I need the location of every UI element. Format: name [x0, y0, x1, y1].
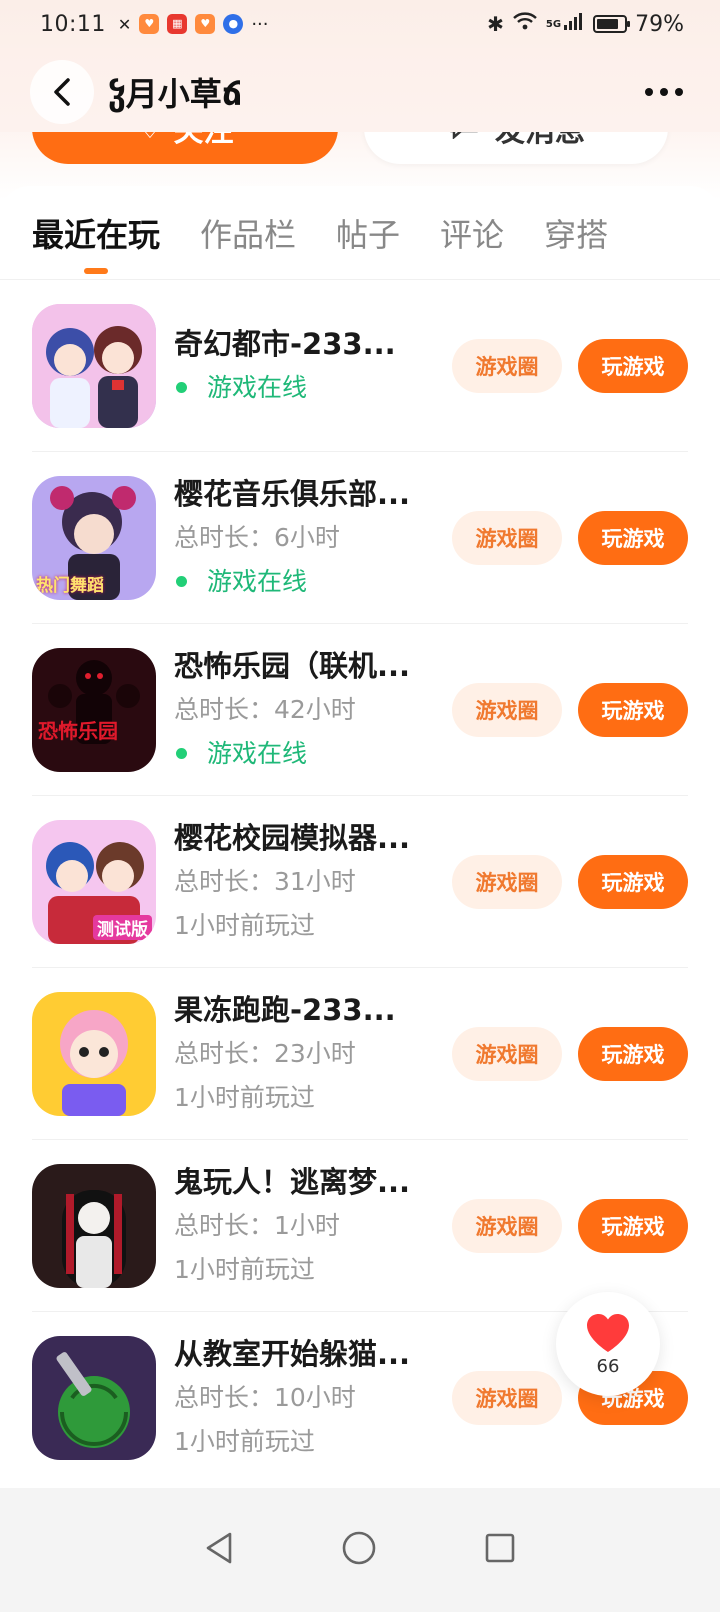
list-item[interactable]: 测试版 樱花校园模拟器... 总时长：31小时 1小时前玩过 游戏圈 玩游戏: [32, 796, 688, 968]
chevron-left-icon: [54, 78, 70, 106]
top-bar: ჴ月小草ճ: [0, 52, 720, 132]
game-circle-button[interactable]: 游戏圈: [452, 854, 562, 909]
signal-icon: [563, 11, 585, 37]
thumbnail-caption: 恐怖乐园: [38, 718, 118, 743]
like-button[interactable]: 66: [556, 1292, 660, 1396]
online-status: 游戏在线: [174, 368, 452, 408]
game-icon[interactable]: 热门舞蹈: [32, 475, 156, 600]
game-icon[interactable]: 恐怖乐园: [32, 647, 156, 772]
app-notification-icon: ♥: [195, 14, 216, 34]
tab-bar: 最近在玩 作品栏 帖子 评论 穿搭: [0, 186, 720, 280]
page-title: ჴ月小草ճ: [108, 75, 243, 113]
square-recents-icon: [486, 1533, 515, 1563]
more-notifications-icon: ···: [251, 13, 269, 35]
status-bar: 10:11 ✕ ♥ ▦ ♥ ● ··· ✱ 5G 79%: [0, 0, 720, 48]
tab-comments[interactable]: 评论: [440, 210, 504, 256]
heart-icon: [587, 1313, 629, 1352]
thumbnail-caption: 热门舞蹈: [36, 575, 104, 596]
status-text: 游戏在线: [207, 566, 308, 596]
system-nav-bar: [0, 1488, 720, 1612]
like-count: 66: [596, 1355, 620, 1377]
tab-recently-played[interactable]: 最近在玩: [32, 210, 160, 274]
tab-posts[interactable]: 帖子: [336, 210, 400, 256]
nav-home-button[interactable]: [341, 1530, 377, 1570]
wifi-icon: [512, 11, 538, 37]
play-game-button[interactable]: 玩游戏: [578, 854, 688, 909]
app-notification-icon: ●: [223, 14, 244, 34]
game-icon[interactable]: [32, 991, 156, 1116]
play-duration: 总时长：1小时: [174, 1210, 340, 1240]
game-circle-button[interactable]: 游戏圈: [452, 1198, 562, 1253]
last-played: 1小时前玩过: [174, 910, 315, 940]
list-item[interactable]: 热门舞蹈 樱花音乐俱乐部... 总时长：6小时 游戏在线 游戏圈 玩游戏: [32, 452, 688, 624]
play-duration: 总时长：10小时: [174, 1383, 356, 1412]
play-game-button[interactable]: 玩游戏: [578, 338, 688, 393]
network-label: 5G: [545, 18, 562, 30]
more-horizontal-icon: [645, 88, 683, 96]
game-circle-button[interactable]: 游戏圈: [452, 682, 562, 737]
play-game-button[interactable]: 玩游戏: [578, 1198, 688, 1253]
tab-works[interactable]: 作品栏: [200, 210, 296, 256]
list-item[interactable]: 鬼玩人！逃离梦... 总时长：1小时 1小时前玩过 游戏圈 玩游戏: [32, 1140, 688, 1312]
app-notification-icon: ♥: [139, 14, 160, 34]
list-item[interactable]: 恐怖乐园 恐怖乐园（联机... 总时长：42小时 游戏在线 游戏圈 玩游戏: [32, 624, 688, 796]
game-circle-button[interactable]: 游戏圈: [452, 338, 562, 393]
play-game-button[interactable]: 玩游戏: [578, 682, 688, 737]
game-name: 樱花音乐俱乐部...: [174, 476, 411, 511]
thumbnail-caption: 测试版: [93, 914, 152, 940]
list-item[interactable]: 果冻跑跑-233... 总时长：23小时 1小时前玩过 游戏圈 玩游戏: [32, 968, 688, 1140]
play-duration: 总时长：23小时: [174, 1038, 356, 1068]
triangle-back-icon: [206, 1532, 231, 1564]
battery-percent: 79%: [635, 11, 684, 37]
game-icon[interactable]: 测试版: [32, 819, 156, 944]
play-duration: 总时长：6小时: [174, 522, 340, 552]
game-name: 从教室开始躲猫...: [174, 1337, 411, 1371]
play-duration: 总时长：42小时: [174, 694, 356, 724]
app-notification-icon: ▦: [167, 14, 188, 34]
status-time: 10:11: [40, 11, 106, 37]
list-item[interactable]: 奇幻都市-233... 游戏在线 游戏圈 玩游戏: [32, 280, 688, 452]
battery-icon: [593, 15, 631, 33]
game-icon[interactable]: [32, 1336, 156, 1460]
online-dot-icon: [176, 748, 187, 759]
game-icon[interactable]: [32, 1163, 156, 1288]
online-dot-icon: [176, 576, 187, 587]
notification-icon: ✕: [117, 14, 132, 34]
game-icon[interactable]: [32, 303, 156, 428]
last-played: 1小时前玩过: [174, 1254, 315, 1284]
nav-recents-button[interactable]: [484, 1532, 516, 1568]
last-played: 1小时前玩过: [174, 1427, 315, 1456]
bluetooth-icon: ✱: [487, 12, 504, 36]
last-played: 1小时前玩过: [174, 1082, 315, 1112]
back-button[interactable]: [30, 60, 94, 124]
nav-back-button[interactable]: [204, 1531, 234, 1569]
more-button[interactable]: [638, 66, 690, 118]
profile-screen: ♡ 关注 发消息 10:11 ✕ ♥ ▦ ♥ ● ··· ✱ 5G: [0, 0, 720, 1612]
online-status: 游戏在线: [174, 562, 452, 602]
circle-home-icon: [342, 1531, 376, 1565]
game-circle-button[interactable]: 游戏圈: [452, 1371, 562, 1425]
play-duration: 总时长：31小时: [174, 866, 356, 896]
tab-outfits[interactable]: 穿搭: [544, 210, 608, 256]
game-name: 樱花校园模拟器...: [174, 820, 411, 855]
game-circle-button[interactable]: 游戏圈: [452, 510, 562, 565]
play-game-button[interactable]: 玩游戏: [578, 510, 688, 565]
game-name: 奇幻都市-233...: [174, 326, 396, 361]
status-text: 游戏在线: [207, 738, 308, 768]
play-game-button[interactable]: 玩游戏: [578, 1026, 688, 1081]
status-text: 游戏在线: [207, 372, 308, 402]
game-name: 鬼玩人！逃离梦...: [174, 1164, 411, 1199]
online-status: 游戏在线: [174, 734, 452, 774]
game-name: 恐怖乐园（联机...: [174, 648, 411, 683]
game-circle-button[interactable]: 游戏圈: [452, 1026, 562, 1081]
online-dot-icon: [176, 382, 187, 393]
game-name: 果冻跑跑-233...: [174, 992, 396, 1027]
